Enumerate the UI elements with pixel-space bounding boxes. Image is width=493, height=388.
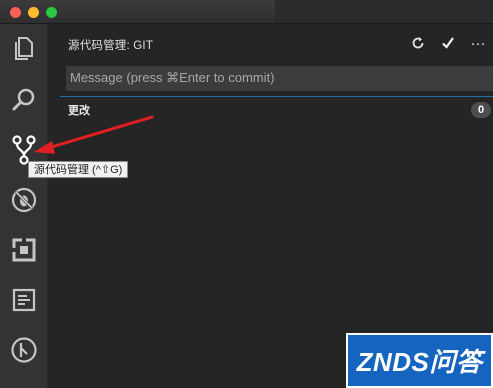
- watermark-logo: ZNDS问答: [346, 333, 493, 388]
- annotation-arrow: [34, 115, 154, 154]
- source-control-tooltip: 源代码管理 (^⇧G): [28, 161, 129, 178]
